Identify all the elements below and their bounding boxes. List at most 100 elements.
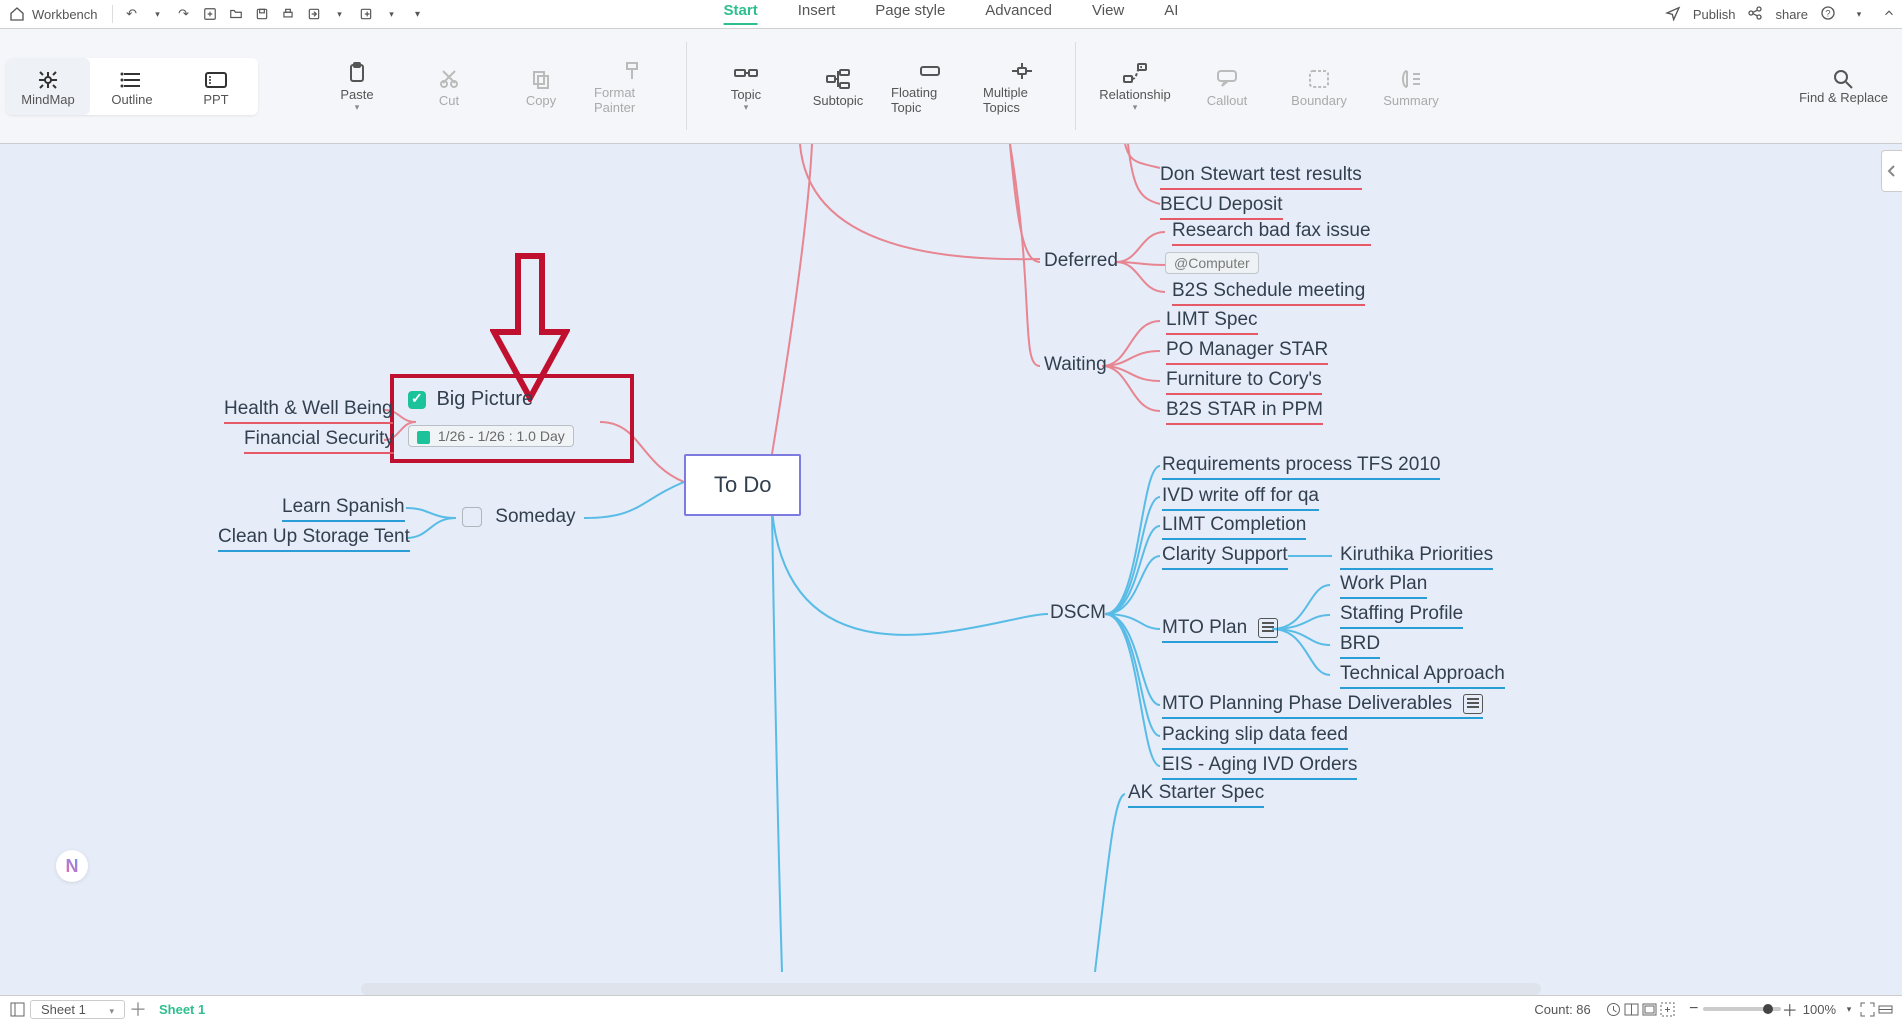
topic-tech-approach[interactable]: Technical Approach [1340, 663, 1505, 689]
view-outline-label: Outline [96, 92, 168, 107]
menu-view[interactable]: View [1092, 2, 1124, 25]
undo-caret-icon[interactable]: ▾ [147, 3, 169, 25]
topic-brd[interactable]: BRD [1340, 633, 1380, 659]
topic-limt-completion[interactable]: LIMT Completion [1162, 514, 1306, 540]
copy-button: Copy [502, 65, 580, 108]
export-caret-icon[interactable]: ▾ [329, 3, 351, 25]
zoom-level: 100% [1803, 1002, 1836, 1017]
topic-don-stewart[interactable]: Don Stewart test results [1160, 164, 1362, 190]
topic-b2s-schedule[interactable]: B2S Schedule meeting [1172, 280, 1365, 306]
topic-deferred-tag[interactable]: @Computer [1165, 252, 1259, 274]
workbench-label[interactable]: Workbench [32, 7, 98, 22]
open-icon[interactable] [225, 3, 247, 25]
topic-mto-deliverables[interactable]: MTO Planning Phase Deliverables [1162, 693, 1483, 719]
paste-button[interactable]: Paste [318, 59, 396, 113]
export-icon[interactable] [303, 3, 325, 25]
topic-research-fax[interactable]: Research bad fax issue [1172, 220, 1371, 246]
view-outline[interactable]: Outline [90, 58, 174, 115]
view-mode-1-icon[interactable] [1605, 1000, 1623, 1018]
collapse-ribbon-icon[interactable] [1882, 6, 1896, 23]
note-icon[interactable] [1258, 618, 1278, 638]
topic-staffing-profile[interactable]: Staffing Profile [1340, 603, 1463, 629]
note-icon[interactable] [1463, 694, 1483, 714]
horizontal-scrollbar[interactable] [0, 982, 1902, 996]
view-mode-3-icon[interactable] [1641, 1000, 1659, 1018]
import-icon[interactable] [355, 3, 377, 25]
date-badge[interactable]: 1/26 - 1/26 : 1.0 Day [408, 425, 574, 447]
topic-ak-starter[interactable]: AK Starter Spec [1128, 782, 1264, 808]
add-sheet-button[interactable]: ＋ [129, 1000, 147, 1018]
topic-b2s-star-ppm[interactable]: B2S STAR in PPM [1166, 399, 1323, 425]
zoom-caret-icon[interactable]: ▾ [1840, 1000, 1858, 1018]
subtopic-button[interactable]: Subtopic [799, 65, 877, 108]
sheet-tab-1[interactable]: Sheet 1 [147, 1000, 217, 1019]
undo-icon[interactable]: ↶ [121, 3, 143, 25]
view-mode-2-icon[interactable] [1623, 1000, 1641, 1018]
topic-kiruthika[interactable]: Kiruthika Priorities [1340, 544, 1493, 570]
title-bar: Workbench ↶ ▾ ↷ ▾ ▾ ▾ Start Insert Page … [0, 0, 1902, 29]
relationship-button[interactable]: Relationship [1096, 59, 1174, 113]
topic-req-process[interactable]: Requirements process TFS 2010 [1162, 454, 1440, 480]
topic-waiting[interactable]: Waiting [1044, 354, 1107, 376]
multiple-topics-button[interactable]: Multiple Topics [983, 57, 1061, 115]
menu-page-style[interactable]: Page style [875, 2, 945, 25]
zoom-slider[interactable] [1703, 1007, 1781, 1011]
new-icon[interactable] [199, 3, 221, 25]
topic-packing-slip[interactable]: Packing slip data feed [1162, 724, 1348, 750]
minimize-icon[interactable] [1876, 1000, 1894, 1018]
topic-po-manager[interactable]: PO Manager STAR [1166, 339, 1328, 365]
topic-deferred[interactable]: Deferred [1044, 250, 1118, 272]
fullscreen-icon[interactable] [1858, 1000, 1876, 1018]
app-logo-icon[interactable]: N [56, 850, 88, 882]
menu-insert[interactable]: Insert [798, 2, 836, 25]
menu-start[interactable]: Start [724, 2, 758, 25]
mindmap-canvas[interactable]: To Do Big Picture 1/26 - 1/26 : 1.0 Day … [0, 144, 1902, 972]
view-ppt[interactable]: PPT [174, 58, 258, 115]
side-panel-toggle[interactable] [1881, 150, 1902, 192]
main-menu: Start Insert Page style Advanced View AI [724, 2, 1179, 25]
topic-financial-security[interactable]: Financial Security [244, 428, 394, 454]
menu-advanced[interactable]: Advanced [985, 2, 1052, 25]
topic-eis-aging[interactable]: EIS - Aging IVD Orders [1162, 754, 1357, 780]
topic-someday[interactable]: Someday [462, 506, 576, 528]
menu-ai[interactable]: AI [1164, 2, 1178, 25]
topic-learn-spanish[interactable]: Learn Spanish [282, 496, 405, 522]
fit-view-icon[interactable] [1659, 1000, 1677, 1018]
topic-work-plan[interactable]: Work Plan [1340, 573, 1427, 599]
publish-button[interactable]: Publish [1693, 7, 1736, 22]
topic-dscm[interactable]: DSCM [1050, 602, 1106, 624]
more-caret-icon[interactable]: ▾ [407, 3, 429, 25]
central-topic[interactable]: To Do [684, 454, 801, 516]
topic-health[interactable]: Health & Well Being [224, 398, 393, 424]
home-icon[interactable] [6, 3, 28, 25]
redo-icon[interactable]: ↷ [173, 3, 195, 25]
zoom-in-button[interactable]: ＋ [1781, 1000, 1799, 1018]
publish-icon[interactable] [1665, 5, 1681, 24]
help-caret-icon[interactable]: ▾ [1848, 3, 1870, 25]
save-icon[interactable] [251, 3, 273, 25]
view-mindmap[interactable]: MindMap [6, 58, 90, 115]
topic-becu-deposit[interactable]: BECU Deposit [1160, 194, 1283, 220]
sheet-panel-icon[interactable] [8, 1000, 26, 1018]
import-caret-icon[interactable]: ▾ [381, 3, 403, 25]
topic-mto-plan[interactable]: MTO Plan [1162, 617, 1278, 643]
sheet-select[interactable]: Sheet 1 ▾ [30, 1000, 125, 1019]
floating-topic-button[interactable]: Floating Topic [891, 57, 969, 115]
checkbox-checked-icon[interactable] [408, 391, 426, 409]
share-icon[interactable] [1747, 5, 1763, 24]
topic-limt-spec[interactable]: LIMT Spec [1166, 309, 1258, 335]
topic-big-picture[interactable]: Big Picture 1/26 - 1/26 : 1.0 Day [390, 374, 634, 463]
zoom-out-button[interactable]: − [1685, 1000, 1703, 1018]
help-icon[interactable]: ? [1820, 5, 1836, 24]
checkbox-empty-icon[interactable] [462, 507, 482, 527]
print-icon[interactable] [277, 3, 299, 25]
topic-clean-storage[interactable]: Clean Up Storage Tent [218, 526, 410, 552]
share-button[interactable]: share [1775, 7, 1808, 22]
topic-button[interactable]: Topic [707, 59, 785, 113]
topic-clarity-support[interactable]: Clarity Support [1162, 544, 1288, 570]
topic-count: Count: 86 [1534, 1002, 1590, 1017]
find-replace-button[interactable]: Find & Replace [1799, 68, 1888, 105]
find-replace-icon [1799, 68, 1888, 90]
topic-ivd-write-off[interactable]: IVD write off for qa [1162, 485, 1319, 511]
topic-furniture-cory[interactable]: Furniture to Cory's [1166, 369, 1322, 395]
